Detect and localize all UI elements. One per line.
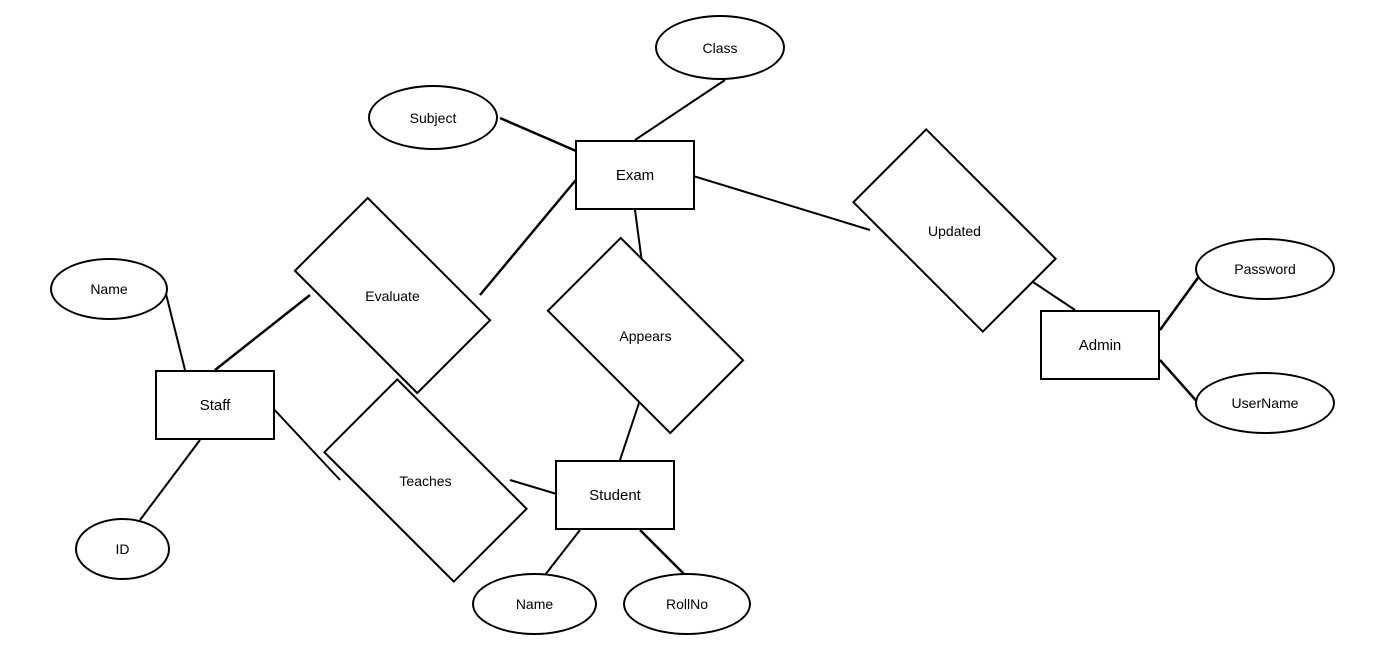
entity-staff: Staff bbox=[155, 370, 275, 440]
ellipse-staff-id: ID bbox=[75, 518, 170, 580]
ellipse-admin-password-label: Password bbox=[1234, 261, 1295, 277]
entity-student-label: Student bbox=[589, 487, 641, 504]
diamond-updated: Updated bbox=[862, 178, 1047, 283]
er-diagram: Exam Staff Student Admin Class Subject N… bbox=[0, 0, 1392, 668]
diamond-appears-label: Appears bbox=[619, 328, 671, 344]
ellipse-admin-username: UserName bbox=[1195, 372, 1335, 434]
ellipse-class-label: Class bbox=[702, 40, 737, 56]
ellipse-admin-password: Password bbox=[1195, 238, 1335, 300]
diamond-teaches: Teaches bbox=[333, 428, 518, 533]
diamond-updated-label: Updated bbox=[928, 223, 981, 239]
ellipse-class: Class bbox=[655, 15, 785, 80]
ellipse-student-name-label: Name bbox=[516, 596, 553, 612]
entity-exam-label: Exam bbox=[616, 167, 654, 184]
diamond-teaches-label: Teaches bbox=[399, 473, 451, 489]
diamond-appears: Appears bbox=[558, 283, 733, 388]
ellipse-student-rollno-label: RollNo bbox=[666, 596, 708, 612]
ellipse-subject-label: Subject bbox=[410, 110, 457, 126]
ellipse-student-rollno: RollNo bbox=[623, 573, 751, 635]
ellipse-admin-username-label: UserName bbox=[1232, 395, 1299, 411]
ellipse-subject: Subject bbox=[368, 85, 498, 150]
entity-student: Student bbox=[555, 460, 675, 530]
ellipse-student-name: Name bbox=[472, 573, 597, 635]
entity-admin: Admin bbox=[1040, 310, 1160, 380]
diamond-evaluate: Evaluate bbox=[305, 243, 480, 348]
ellipse-staff-name: Name bbox=[50, 258, 168, 320]
entity-admin-label: Admin bbox=[1079, 337, 1122, 354]
entity-staff-label: Staff bbox=[200, 397, 231, 414]
ellipse-staff-id-label: ID bbox=[116, 541, 130, 557]
entity-exam: Exam bbox=[575, 140, 695, 210]
diamond-evaluate-label: Evaluate bbox=[365, 288, 419, 304]
ellipse-staff-name-label: Name bbox=[90, 281, 127, 297]
